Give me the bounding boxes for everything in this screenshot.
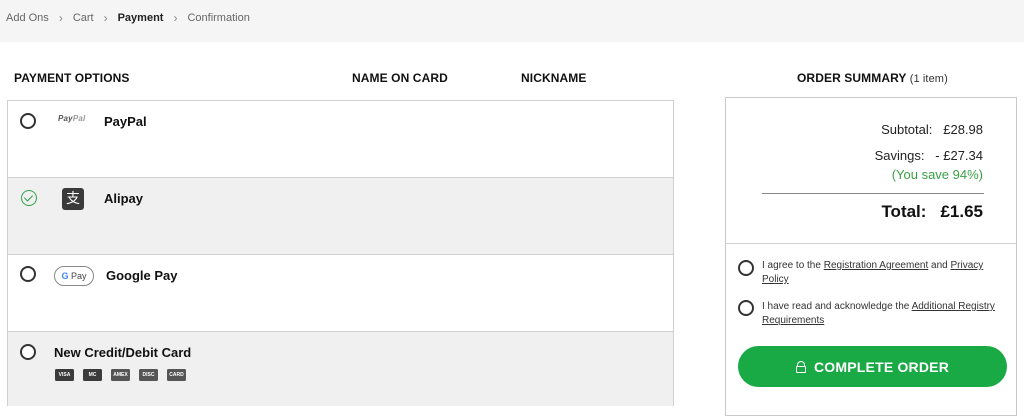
google-pay-logo-icon: G Pay <box>54 266 94 286</box>
generic-card-icon: CARD <box>167 369 186 381</box>
google-pay-label: Google Pay <box>106 268 178 283</box>
subtotal-label: Subtotal: <box>881 122 933 137</box>
total-value: £1.65 <box>940 202 983 221</box>
breadcrumb: Add Ons › Cart › Payment › Confirmation <box>6 11 250 25</box>
paypal-logo-icon: PayPal <box>58 114 86 123</box>
accepted-cards: VISA MC AMEX DISC CARD <box>55 369 186 381</box>
mastercard-card-icon: MC <box>83 369 102 381</box>
savings-row: Savings: - £27.34 <box>875 148 983 163</box>
nickname-header: NICKNAME <box>521 71 587 85</box>
complete-order-label: COMPLETE ORDER <box>813 358 950 375</box>
subtotal-row: Subtotal: £28.98 <box>881 122 983 137</box>
savings-value: - £27.34 <box>935 148 983 163</box>
registration-agreement-link[interactable]: Registration Agreement <box>824 260 929 271</box>
new-card-label: New Credit/Debit Card <box>54 345 192 360</box>
breadcrumb-cart[interactable]: Cart <box>73 12 94 24</box>
payment-option-alipay[interactable]: 支 Alipay <box>8 178 673 255</box>
discover-card-icon: DISC <box>139 369 158 381</box>
agree-registration-checkbox[interactable] <box>738 260 754 276</box>
total-label: Total: <box>881 202 927 221</box>
order-item-count: (1 item) <box>909 73 948 85</box>
google-pay-radio[interactable] <box>20 266 36 282</box>
payment-options-header: PAYMENT OPTIONS <box>14 71 130 85</box>
acknowledge-registry-checkbox[interactable] <box>738 300 754 316</box>
new-card-radio[interactable] <box>20 344 36 360</box>
amex-card-icon: AMEX <box>111 369 130 381</box>
chevron-right-icon: › <box>58 11 63 25</box>
summary-divider <box>762 193 984 194</box>
alipay-label: Alipay <box>104 191 144 206</box>
subtotal-value: £28.98 <box>943 122 983 137</box>
payment-option-new-card[interactable]: New Credit/Debit Card VISA MC AMEX DISC … <box>8 332 673 406</box>
chevron-right-icon: › <box>173 11 178 25</box>
alipay-icon: 支 <box>62 188 84 210</box>
breadcrumb-add-ons[interactable]: Add Ons <box>6 12 49 24</box>
acknowledge-registry-text: I have read and acknowledge the Addition… <box>762 301 995 326</box>
name-on-card-header: NAME ON CARD <box>352 71 448 85</box>
order-summary-panel: Subtotal: £28.98 Savings: - £27.34 (You … <box>725 97 1017 416</box>
total-row: Total: £1.65 <box>881 202 983 222</box>
paypal-label: PayPal <box>104 114 147 129</box>
complete-order-button[interactable]: COMPLETE ORDER <box>738 346 1007 387</box>
order-summary-title: ORDER SUMMARY <box>797 71 907 85</box>
breadcrumb-bar: Add Ons › Cart › Payment › Confirmation <box>0 0 1024 42</box>
savings-label: Savings: <box>874 148 925 163</box>
payment-options-list: PayPal PayPal 支 Alipay G Pay Google Pay … <box>7 100 674 406</box>
paypal-radio[interactable] <box>20 113 36 129</box>
chevron-right-icon: › <box>103 11 108 25</box>
order-summary-header: ORDER SUMMARY (1 item) <box>797 71 948 85</box>
visa-card-icon: VISA <box>55 369 74 381</box>
lock-icon <box>795 360 806 373</box>
breadcrumb-payment: Payment <box>117 12 164 24</box>
summary-section-divider <box>726 243 1016 244</box>
breadcrumb-confirmation: Confirmation <box>187 12 250 24</box>
payment-option-google-pay[interactable]: G Pay Google Pay <box>8 255 673 332</box>
payment-option-paypal[interactable]: PayPal PayPal <box>8 101 673 178</box>
savings-percent-note: (You save 94%) <box>891 167 983 182</box>
selected-check-icon[interactable] <box>21 190 37 206</box>
agree-registration-text: I agree to the Registration Agreement an… <box>762 260 984 285</box>
